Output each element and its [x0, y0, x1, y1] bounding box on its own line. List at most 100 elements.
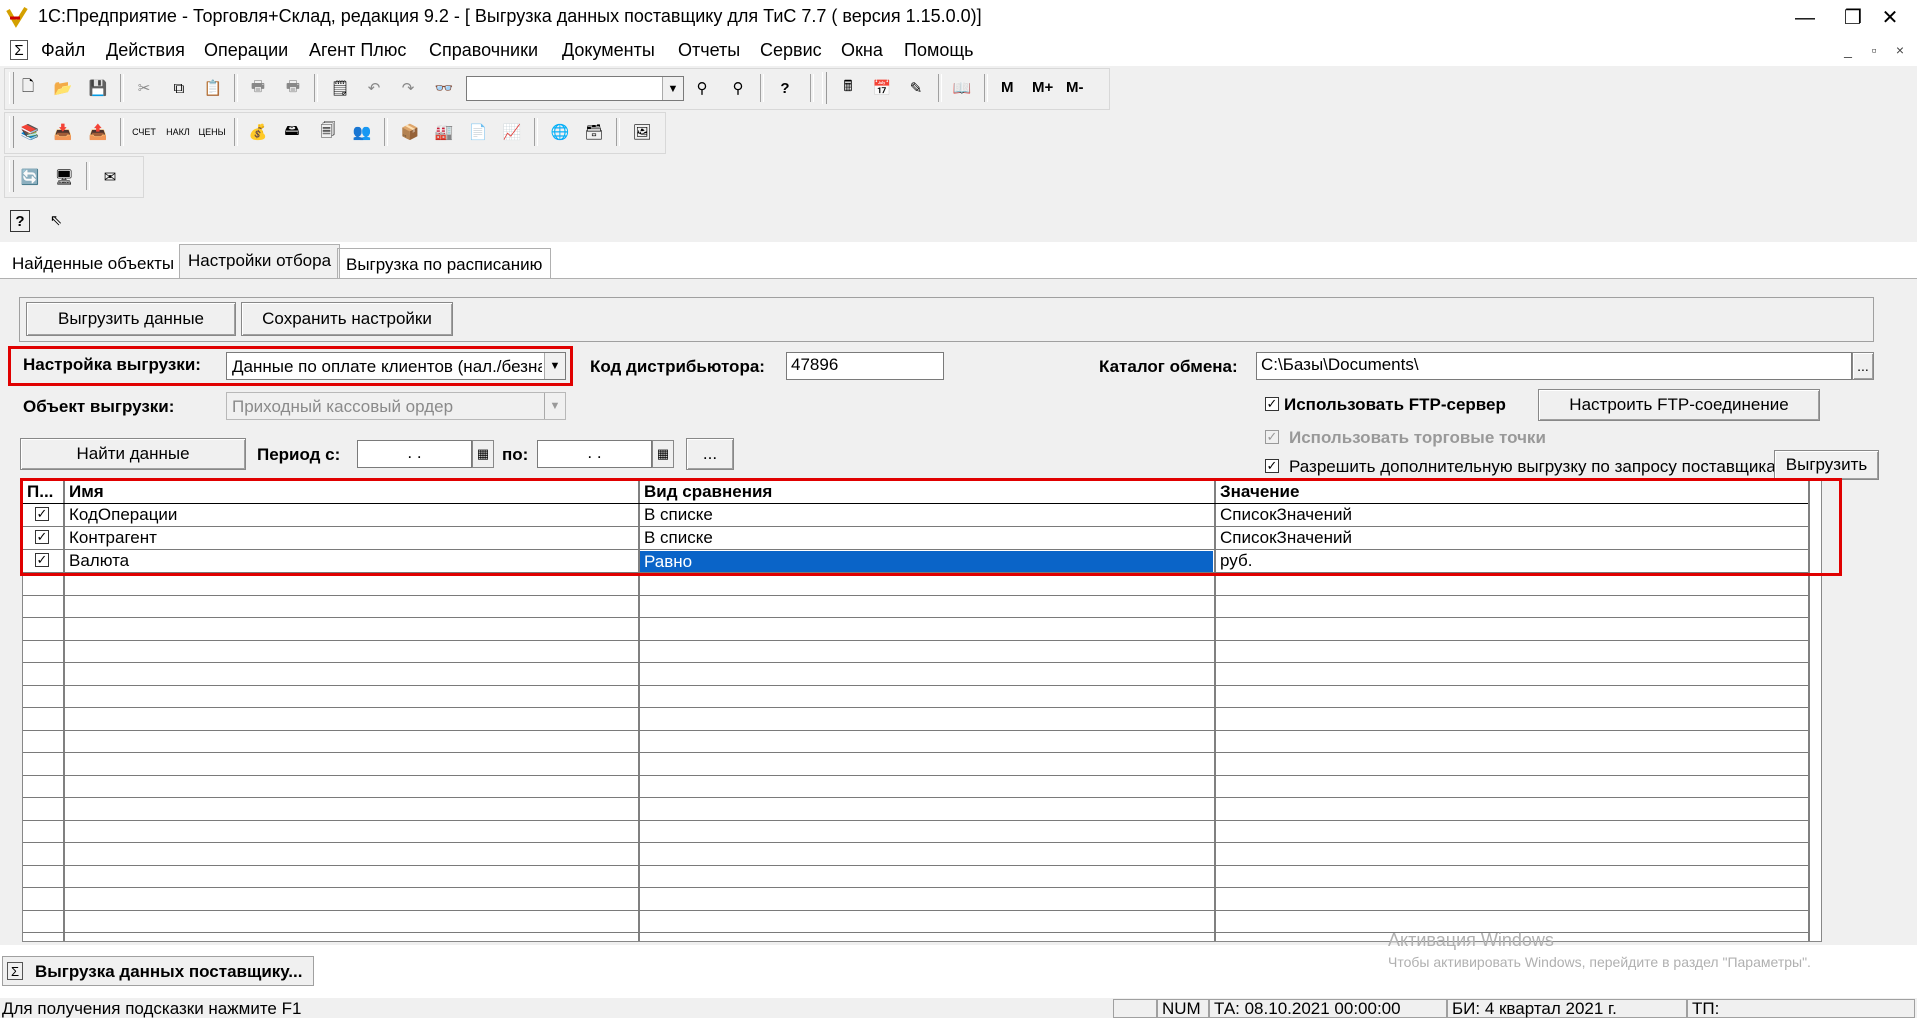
export-small-button[interactable]: Выгрузить: [1774, 450, 1879, 480]
restore-button[interactable]: ❐: [1833, 4, 1873, 32]
menu-file[interactable]: Файл: [41, 40, 85, 61]
menu-service[interactable]: Сервис: [760, 40, 822, 61]
catalog-browse-button[interactable]: ...: [1852, 352, 1874, 380]
mdi-restore-button[interactable]: ▫: [1864, 42, 1884, 60]
exchange-catalog-field[interactable]: C:\Базы\Documents\: [1256, 352, 1852, 380]
chart-icon[interactable]: 📈: [500, 120, 524, 144]
tab-found-objects[interactable]: Найденные объекты: [4, 248, 182, 278]
cash-register-icon[interactable]: 🖴: [280, 120, 304, 144]
memory-m-button[interactable]: M: [1001, 79, 1014, 96]
outgoing-document-icon[interactable]: 📤: [86, 120, 110, 144]
menu-reports[interactable]: Отчеты: [678, 40, 740, 61]
money-bag-icon[interactable]: 💰: [246, 120, 270, 144]
save-settings-button[interactable]: Сохранить настройки: [241, 302, 453, 336]
open-folder-icon[interactable]: 📂: [51, 76, 75, 100]
document-list-icon[interactable]: 🗐: [316, 120, 340, 144]
system-menu-icon[interactable]: Σ: [10, 40, 28, 60]
export-setting-combo[interactable]: Данные по оплате клиентов (нал./безна ▼: [226, 352, 566, 380]
menu-help[interactable]: Помощь: [904, 40, 974, 61]
toolbar-grip[interactable]: [9, 160, 14, 192]
waybill-icon[interactable]: НАКЛ: [166, 120, 190, 144]
menu-agent-plus[interactable]: Агент Плюс: [309, 40, 406, 61]
calendar-icon[interactable]: ▦: [472, 440, 494, 468]
toolbar-grip[interactable]: [9, 72, 14, 104]
period-select-button[interactable]: ...: [686, 438, 734, 470]
globe-icon[interactable]: 🌐: [548, 120, 572, 144]
undo-icon[interactable]: ↶: [362, 76, 386, 100]
grid-row-line: [23, 865, 1808, 866]
window-tab-export[interactable]: Σ Выгрузка данных поставщику...: [2, 956, 314, 986]
mail-icon[interactable]: ✉: [98, 165, 122, 189]
find-binoculars-icon[interactable]: 👓: [432, 76, 456, 100]
toolbar-grip[interactable]: [822, 72, 827, 104]
save-icon[interactable]: 💾: [86, 76, 110, 100]
find-next-icon[interactable]: ⚲: [690, 76, 714, 100]
status-tp: ТП:: [1687, 999, 1915, 1018]
print-preview-icon[interactable]: 🖶: [281, 76, 305, 100]
memory-minus-button[interactable]: M-: [1066, 79, 1084, 96]
menu-documents[interactable]: Документы: [562, 40, 655, 61]
find-data-button[interactable]: Найти данные: [20, 438, 246, 470]
monitor-icon[interactable]: 🖥: [52, 165, 76, 189]
calendar-icon[interactable]: 📅: [870, 76, 894, 100]
allow-extra-export-checkbox[interactable]: ✓: [1265, 459, 1279, 473]
tab-filter-settings[interactable]: Настройки отбора: [179, 244, 341, 278]
toolbar-separator: [234, 118, 238, 146]
exchange-icon[interactable]: 🗃: [582, 120, 606, 144]
toolbar-grip[interactable]: [9, 116, 14, 148]
people-icon[interactable]: 👥: [350, 120, 374, 144]
toolbar-separator: [120, 74, 124, 102]
menu-operations[interactable]: Операции: [204, 40, 288, 61]
tab-schedule-export[interactable]: Выгрузка по расписанию: [337, 248, 552, 278]
export-object-value: Приходный кассовый ордер: [232, 397, 454, 416]
picture-icon[interactable]: 🖼: [630, 120, 654, 144]
ftp-setup-button[interactable]: Настроить FTP-соединение: [1538, 389, 1820, 421]
memory-plus-button[interactable]: M+: [1032, 79, 1053, 96]
window-sigma-icon: Σ: [7, 962, 23, 980]
warehouse-icon[interactable]: 🏭: [432, 120, 456, 144]
search-combobox[interactable]: ▼: [466, 76, 684, 101]
journal-book-icon[interactable]: 📖: [950, 76, 974, 100]
goods-icon[interactable]: 📦: [398, 120, 422, 144]
cut-icon[interactable]: ✂: [132, 76, 156, 100]
grid-row-line: [23, 842, 1808, 843]
copy-icon[interactable]: ⧉: [167, 76, 191, 100]
report-icon[interactable]: 📄: [466, 120, 490, 144]
use-ftp-label: Использовать FTP-сервер: [1284, 395, 1506, 414]
properties-icon[interactable]: 🗒: [328, 76, 352, 100]
print-icon[interactable]: 🖶: [246, 76, 270, 100]
help-icon[interactable]: ?: [773, 76, 797, 100]
toolbar-separator: [760, 74, 764, 102]
exchange-catalog-label: Каталог обмена:: [1099, 357, 1238, 376]
export-data-button[interactable]: Выгрузить данные: [26, 302, 236, 336]
mdi-close-button[interactable]: ×: [1890, 42, 1910, 60]
allow-extra-export-label: Разрешить дополнительную выгрузку по зап…: [1289, 457, 1776, 476]
price-tag-icon[interactable]: ЦЕНЫ: [198, 120, 225, 144]
minimize-button[interactable]: —: [1785, 4, 1825, 32]
text-editor-icon[interactable]: ✎: [904, 76, 928, 100]
calendar-icon[interactable]: ▦: [652, 440, 674, 468]
pointer-help-icon[interactable]: ⇖: [44, 208, 68, 232]
mdi-minimize-button[interactable]: _: [1838, 42, 1858, 60]
menu-windows[interactable]: Окна: [841, 40, 883, 61]
find-prev-icon[interactable]: ⚲: [726, 76, 750, 100]
menu-references[interactable]: Справочники: [429, 40, 538, 61]
use-ftp-checkbox[interactable]: ✓: [1265, 397, 1279, 411]
redo-icon[interactable]: ↷: [396, 76, 420, 100]
new-document-icon[interactable]: 🗋: [16, 76, 40, 100]
period-to-field[interactable]: . .: [537, 440, 652, 468]
grid-row-line: [23, 910, 1808, 911]
context-help-icon[interactable]: ?: [10, 210, 30, 232]
incoming-document-icon[interactable]: 📥: [51, 120, 75, 144]
period-from-field[interactable]: . .: [357, 440, 472, 468]
close-button[interactable]: ✕: [1870, 4, 1910, 32]
sync-icon[interactable]: 🔄: [18, 165, 42, 189]
chevron-down-icon[interactable]: ▼: [662, 77, 683, 100]
menu-actions[interactable]: Действия: [106, 40, 185, 61]
paste-icon[interactable]: 📋: [201, 76, 225, 100]
chevron-down-icon[interactable]: ▼: [544, 353, 565, 379]
catalog-books-icon[interactable]: 📚: [18, 120, 42, 144]
distributor-code-field[interactable]: 47896: [786, 352, 944, 380]
calculator-icon[interactable]: 🖩: [836, 76, 860, 100]
invoice-icon[interactable]: СЧЕТ: [132, 120, 156, 144]
